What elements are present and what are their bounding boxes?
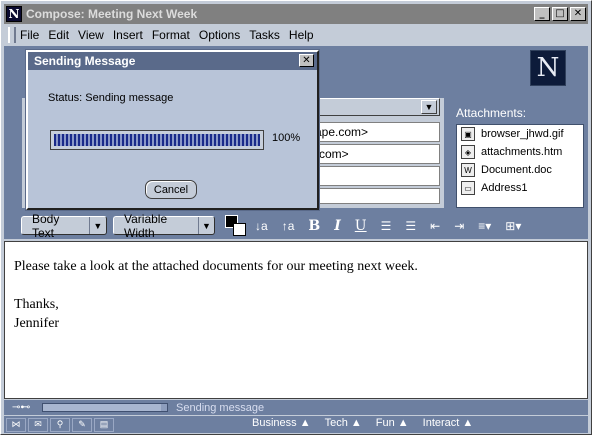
increase-font-size-button[interactable]: ↑a <box>282 219 295 233</box>
instant-messenger-icon[interactable]: ⚲ <box>50 417 70 432</box>
sending-message-dialog: Sending Message ✕ Status: Sending messag… <box>26 50 319 210</box>
address-book-icon[interactable]: ▤ <box>94 417 114 432</box>
body-blank-line <box>14 276 578 295</box>
dialog-title-bar[interactable]: Sending Message ✕ <box>28 52 317 70</box>
navigator-icon[interactable]: ⋈ <box>6 417 26 432</box>
netscape-logo: N <box>530 50 566 86</box>
minimize-button[interactable]: _ <box>534 7 550 21</box>
bold-button[interactable]: B <box>308 218 320 234</box>
document-icon: ▭ <box>461 181 475 195</box>
menu-grip-handle[interactable] <box>8 27 16 43</box>
dialog-title: Sending Message <box>34 54 136 68</box>
align-dropdown-icon[interactable]: ≡▾ <box>478 219 491 233</box>
underline-button[interactable]: U <box>355 218 367 234</box>
chevron-down-icon[interactable]: ▼ <box>421 100 437 114</box>
font-label: Variable Width <box>124 211 168 240</box>
attachments-list: ▣ browser_jhwd.gif ◈ attachments.htm W D… <box>456 124 584 208</box>
body-line: Thanks, <box>14 297 59 312</box>
html-file-icon: ◈ <box>461 145 475 159</box>
menu-edit[interactable]: Edit <box>48 28 69 42</box>
title-bar[interactable]: N Compose: Meeting Next Week _ □ ✕ <box>4 4 588 24</box>
status-text: Sending message <box>176 401 265 414</box>
format-toolbar: Body Text ▼ Variable Width ▼ ↓a ↑a B I U… <box>4 212 588 240</box>
subject-field[interactable] <box>304 188 440 204</box>
maximize-button[interactable]: □ <box>552 7 568 21</box>
attachment-name: browser_jhwd.gif <box>481 128 564 140</box>
list-item[interactable]: ◈ attachments.htm <box>457 143 583 161</box>
attachment-name: Document.doc <box>481 164 552 176</box>
body-line: Jennifer <box>14 316 60 331</box>
menu-help[interactable]: Help <box>289 28 314 42</box>
insert-object-dropdown-icon[interactable]: ⊞▾ <box>505 219 521 233</box>
menu-bar: File Edit View Insert Format Options Tas… <box>4 25 588 45</box>
tab-business[interactable]: Business ▲ <box>252 417 311 429</box>
send-progress-bar <box>50 130 264 150</box>
address-field[interactable]: cape.com> <box>304 122 440 142</box>
menu-tasks[interactable]: Tasks <box>249 28 280 42</box>
font-dropdown[interactable]: Variable Width ▼ <box>113 212 215 240</box>
list-item[interactable]: W Document.doc <box>457 161 583 179</box>
menu-view[interactable]: View <box>78 28 104 42</box>
paragraph-style-dropdown[interactable]: Body Text ▼ <box>21 212 107 240</box>
address-field[interactable]: e.com> <box>304 144 440 164</box>
menu-options[interactable]: Options <box>199 28 240 42</box>
chevron-down-icon[interactable]: ▼ <box>88 217 106 234</box>
bullet-list-icon[interactable]: ☰ <box>381 219 392 233</box>
text-color-picker[interactable] <box>225 214 247 237</box>
decrease-font-size-button[interactable]: ↓a <box>255 219 268 233</box>
cancel-button[interactable]: Cancel <box>145 180 197 199</box>
menu-format[interactable]: Format <box>152 28 190 42</box>
word-doc-icon: W <box>461 163 475 177</box>
attachments-label: Attachments: <box>456 106 527 120</box>
indent-icon[interactable]: ⇥ <box>454 219 464 233</box>
menu-insert[interactable]: Insert <box>113 28 143 42</box>
list-item[interactable]: ▣ browser_jhwd.gif <box>457 125 583 143</box>
message-body-editor[interactable]: Please take a look at the attached docum… <box>4 241 588 399</box>
send-progress-fill <box>54 134 260 146</box>
address-type-select[interactable]: ▼ <box>304 98 440 116</box>
dialog-status-text: Status: Sending message <box>48 92 174 104</box>
dialog-close-button[interactable]: ✕ <box>299 54 314 67</box>
status-progress-bar <box>42 403 168 412</box>
status-progress-fill <box>43 404 161 411</box>
attachment-name: attachments.htm <box>481 146 563 158</box>
tab-interact[interactable]: Interact ▲ <box>423 417 474 429</box>
numbered-list-icon[interactable]: ☰ <box>405 219 416 233</box>
address-field[interactable] <box>304 166 440 186</box>
composer-icon[interactable]: ✎ <box>72 417 92 432</box>
progress-percent: 100% <box>272 132 301 144</box>
tab-tech[interactable]: Tech ▲ <box>325 417 362 429</box>
tab-fun[interactable]: Fun ▲ <box>376 417 409 429</box>
security-lock-icon[interactable]: ⊸⊷ <box>12 402 32 413</box>
outdent-icon[interactable]: ⇤ <box>430 219 440 233</box>
status-bar: ⊸⊷ Sending message <box>4 400 588 415</box>
body-line: Please take a look at the attached docum… <box>14 259 418 274</box>
netscape-app-icon[interactable]: N <box>6 6 22 22</box>
mail-icon[interactable]: ✉ <box>28 417 48 432</box>
shortcut-tabs: Business ▲ Tech ▲ Fun ▲ Interact ▲ <box>252 417 487 429</box>
menu-file[interactable]: File <box>20 28 39 42</box>
window-title: Compose: Meeting Next Week <box>26 7 198 21</box>
background-color-swatch[interactable] <box>233 222 246 236</box>
component-bar: ⋈ ✉ ⚲ ✎ ▤ Business ▲ Tech ▲ Fun ▲ Intera… <box>4 416 588 433</box>
list-item[interactable]: ▭ Address1 <box>457 179 583 197</box>
image-file-icon: ▣ <box>461 127 475 141</box>
attachment-name: Address1 <box>481 182 528 194</box>
paragraph-style-label: Body Text <box>32 211 60 240</box>
close-button[interactable]: ✕ <box>570 7 586 21</box>
attachments-panel: Attachments: ▣ browser_jhwd.gif ◈ attach… <box>452 98 588 208</box>
chevron-down-icon[interactable]: ▼ <box>198 217 214 234</box>
italic-button[interactable]: I <box>334 218 341 234</box>
